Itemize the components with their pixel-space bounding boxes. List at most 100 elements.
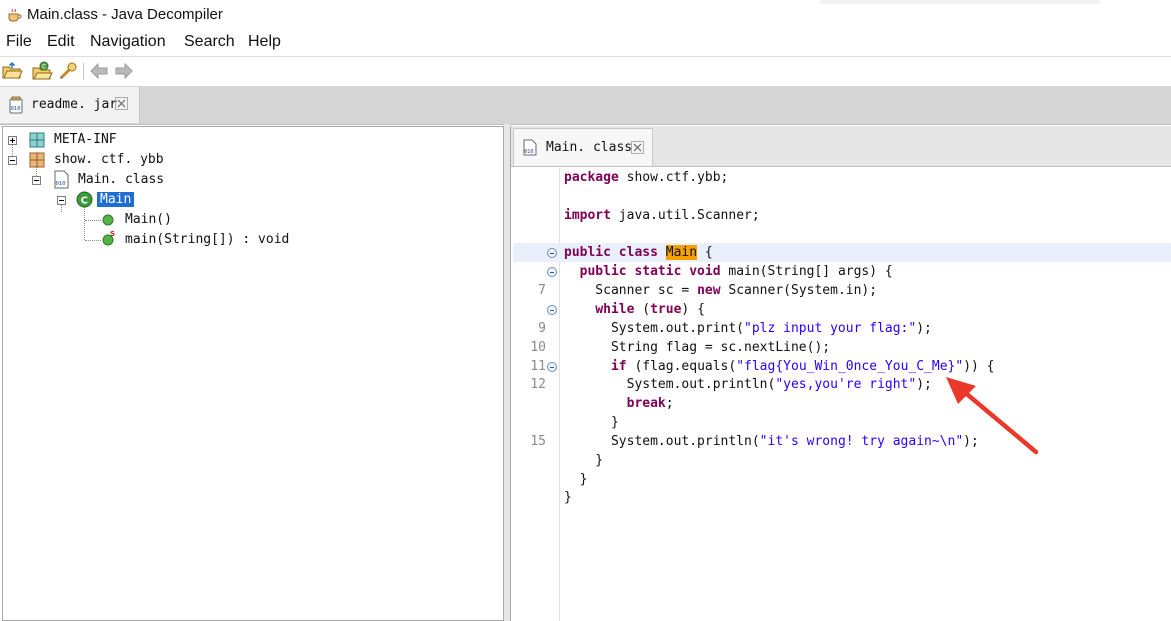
tree-node-class[interactable]: C Main bbox=[3, 190, 503, 210]
tree-node-method[interactable]: S main(String[]) : void bbox=[3, 230, 503, 250]
code-token: (flag.equals( bbox=[626, 358, 737, 374]
expand-toggle[interactable] bbox=[8, 136, 17, 145]
code-line[interactable] bbox=[513, 225, 1171, 244]
open-file-icon[interactable] bbox=[1, 60, 23, 82]
code-line[interactable]: 12 System.out.println("yes,you're right"… bbox=[513, 375, 1171, 394]
code-token: ); bbox=[963, 433, 979, 449]
code-token: } bbox=[564, 471, 588, 487]
code-keyword: while bbox=[595, 301, 635, 317]
fold-collapse-icon[interactable] bbox=[547, 248, 557, 259]
code-token: ); bbox=[916, 377, 932, 393]
code-line[interactable]: } bbox=[513, 470, 1171, 489]
tree-node-constructor[interactable]: Main() bbox=[3, 210, 503, 230]
code-line[interactable]: 7 Scanner sc = new Scanner(System.in); bbox=[513, 281, 1171, 300]
code-line[interactable]: 15 System.out.println("it's wrong! try a… bbox=[513, 432, 1171, 451]
jar-file-icon: 010 bbox=[9, 96, 23, 114]
coffee-cup-icon bbox=[8, 8, 22, 22]
menu-edit[interactable]: Edit bbox=[47, 33, 75, 51]
code-line[interactable]: } bbox=[513, 488, 1171, 507]
back-arrow-icon[interactable] bbox=[88, 60, 110, 82]
code-line[interactable]: public class Main { bbox=[513, 243, 1171, 263]
search-icon[interactable] bbox=[57, 60, 79, 82]
collapse-toggle[interactable] bbox=[8, 156, 17, 165]
code-line[interactable]: package show.ctf.ybb; bbox=[513, 168, 1171, 187]
package-icon bbox=[29, 152, 45, 168]
collapse-toggle[interactable] bbox=[57, 196, 66, 205]
code-keyword: import bbox=[564, 207, 611, 223]
code-text: import java.util.Scanner; bbox=[564, 206, 760, 225]
menu-help[interactable]: Help bbox=[248, 33, 281, 51]
code-keyword: package bbox=[564, 170, 619, 185]
code-line[interactable]: while (true) { bbox=[513, 300, 1171, 319]
code-text: while (true) { bbox=[564, 300, 705, 319]
svg-text:C: C bbox=[42, 64, 46, 71]
code-text: System.out.println("it's wrong! try agai… bbox=[564, 432, 979, 451]
code-highlight: Main bbox=[665, 245, 698, 261]
code-text: Scanner sc = new Scanner(System.in); bbox=[564, 281, 877, 300]
package-icon bbox=[29, 132, 45, 148]
code-token: String flag = sc.nextLine(); bbox=[564, 339, 831, 355]
code-token: System.out.println( bbox=[564, 433, 760, 449]
line-number: 11 bbox=[530, 358, 546, 374]
code-token: } bbox=[564, 415, 619, 431]
fold-collapse-icon[interactable] bbox=[547, 304, 557, 315]
code-text: System.out.print("plz input your flag:")… bbox=[564, 319, 932, 338]
code-text: } bbox=[564, 488, 572, 507]
line-number: 7 bbox=[538, 283, 546, 299]
title-bar-shade bbox=[820, 0, 1100, 4]
code-line[interactable]: break; bbox=[513, 394, 1171, 413]
tree-node-meta-inf[interactable]: META-INF bbox=[3, 130, 503, 150]
close-icon[interactable] bbox=[631, 141, 644, 154]
line-number: 9 bbox=[538, 320, 546, 336]
code-keyword: true bbox=[650, 301, 682, 317]
code-line[interactable] bbox=[513, 187, 1171, 206]
window-title: Main.class - Java Decompiler bbox=[27, 6, 223, 23]
code-token: ( bbox=[634, 301, 651, 317]
code-line[interactable]: 11 if (flag.equals("flag{You_Win_0nce_Yo… bbox=[513, 357, 1171, 376]
code-text: } bbox=[564, 470, 588, 489]
line-number: 12 bbox=[530, 377, 546, 393]
method-icon bbox=[102, 214, 114, 226]
file-tab-strip: 010 readme. jar bbox=[0, 86, 1171, 125]
code-token: { bbox=[697, 245, 713, 261]
code-keyword: break bbox=[626, 396, 666, 412]
svg-text:010: 010 bbox=[56, 181, 66, 187]
code-keyword: public class bbox=[564, 245, 658, 261]
line-number: 10 bbox=[530, 339, 546, 355]
code-text: package show.ctf.ybb; bbox=[564, 168, 728, 187]
tab-main-class[interactable]: 010 Main. class bbox=[513, 128, 653, 166]
editor-tab-strip: 010 Main. class bbox=[511, 126, 1171, 167]
tab-readme-jar[interactable]: 010 readme. jar bbox=[0, 87, 140, 123]
code-line[interactable]: import java.util.Scanner; bbox=[513, 206, 1171, 225]
code-text: public class Main { bbox=[564, 243, 713, 262]
line-number: 15 bbox=[530, 433, 546, 449]
code-line[interactable]: 10 String flag = sc.nextLine(); bbox=[513, 338, 1171, 357]
tree-node-class-file[interactable]: 010 Main. class bbox=[3, 170, 503, 190]
svg-text:010: 010 bbox=[11, 106, 21, 112]
code-token: System.out.print( bbox=[564, 320, 745, 336]
tree-node-package[interactable]: show. ctf. ybb bbox=[3, 150, 503, 170]
code-keyword: public static void bbox=[579, 264, 721, 280]
fold-collapse-icon[interactable] bbox=[547, 267, 557, 278]
menu-search[interactable]: Search bbox=[184, 33, 235, 51]
code-line[interactable]: } bbox=[513, 413, 1171, 432]
menu-navigation[interactable]: Navigation bbox=[90, 33, 166, 51]
fold-collapse-icon[interactable] bbox=[547, 361, 557, 372]
code-line[interactable]: } bbox=[513, 451, 1171, 470]
tree-node-label: Main() bbox=[125, 212, 172, 227]
code-line[interactable]: public static void main(String[] args) { bbox=[513, 262, 1171, 281]
menu-file[interactable]: File bbox=[6, 33, 32, 51]
code-token: ); bbox=[916, 320, 932, 336]
code-text: String flag = sc.nextLine(); bbox=[564, 338, 830, 357]
code-view[interactable]: package show.ctf.ybb; import java.util.Sc… bbox=[513, 168, 1171, 621]
code-line[interactable]: 9 System.out.print("plz input your flag:… bbox=[513, 319, 1171, 338]
open-type-icon[interactable]: C bbox=[31, 60, 53, 82]
close-icon[interactable] bbox=[115, 97, 128, 110]
code-string: "it's wrong! try again~\n" bbox=[759, 433, 964, 449]
collapse-toggle[interactable] bbox=[32, 176, 41, 185]
code-keyword: if bbox=[610, 358, 627, 374]
tree-node-label: show. ctf. ybb bbox=[54, 152, 164, 167]
tab-label: readme. jar bbox=[31, 97, 118, 112]
forward-arrow-icon[interactable] bbox=[113, 60, 135, 82]
